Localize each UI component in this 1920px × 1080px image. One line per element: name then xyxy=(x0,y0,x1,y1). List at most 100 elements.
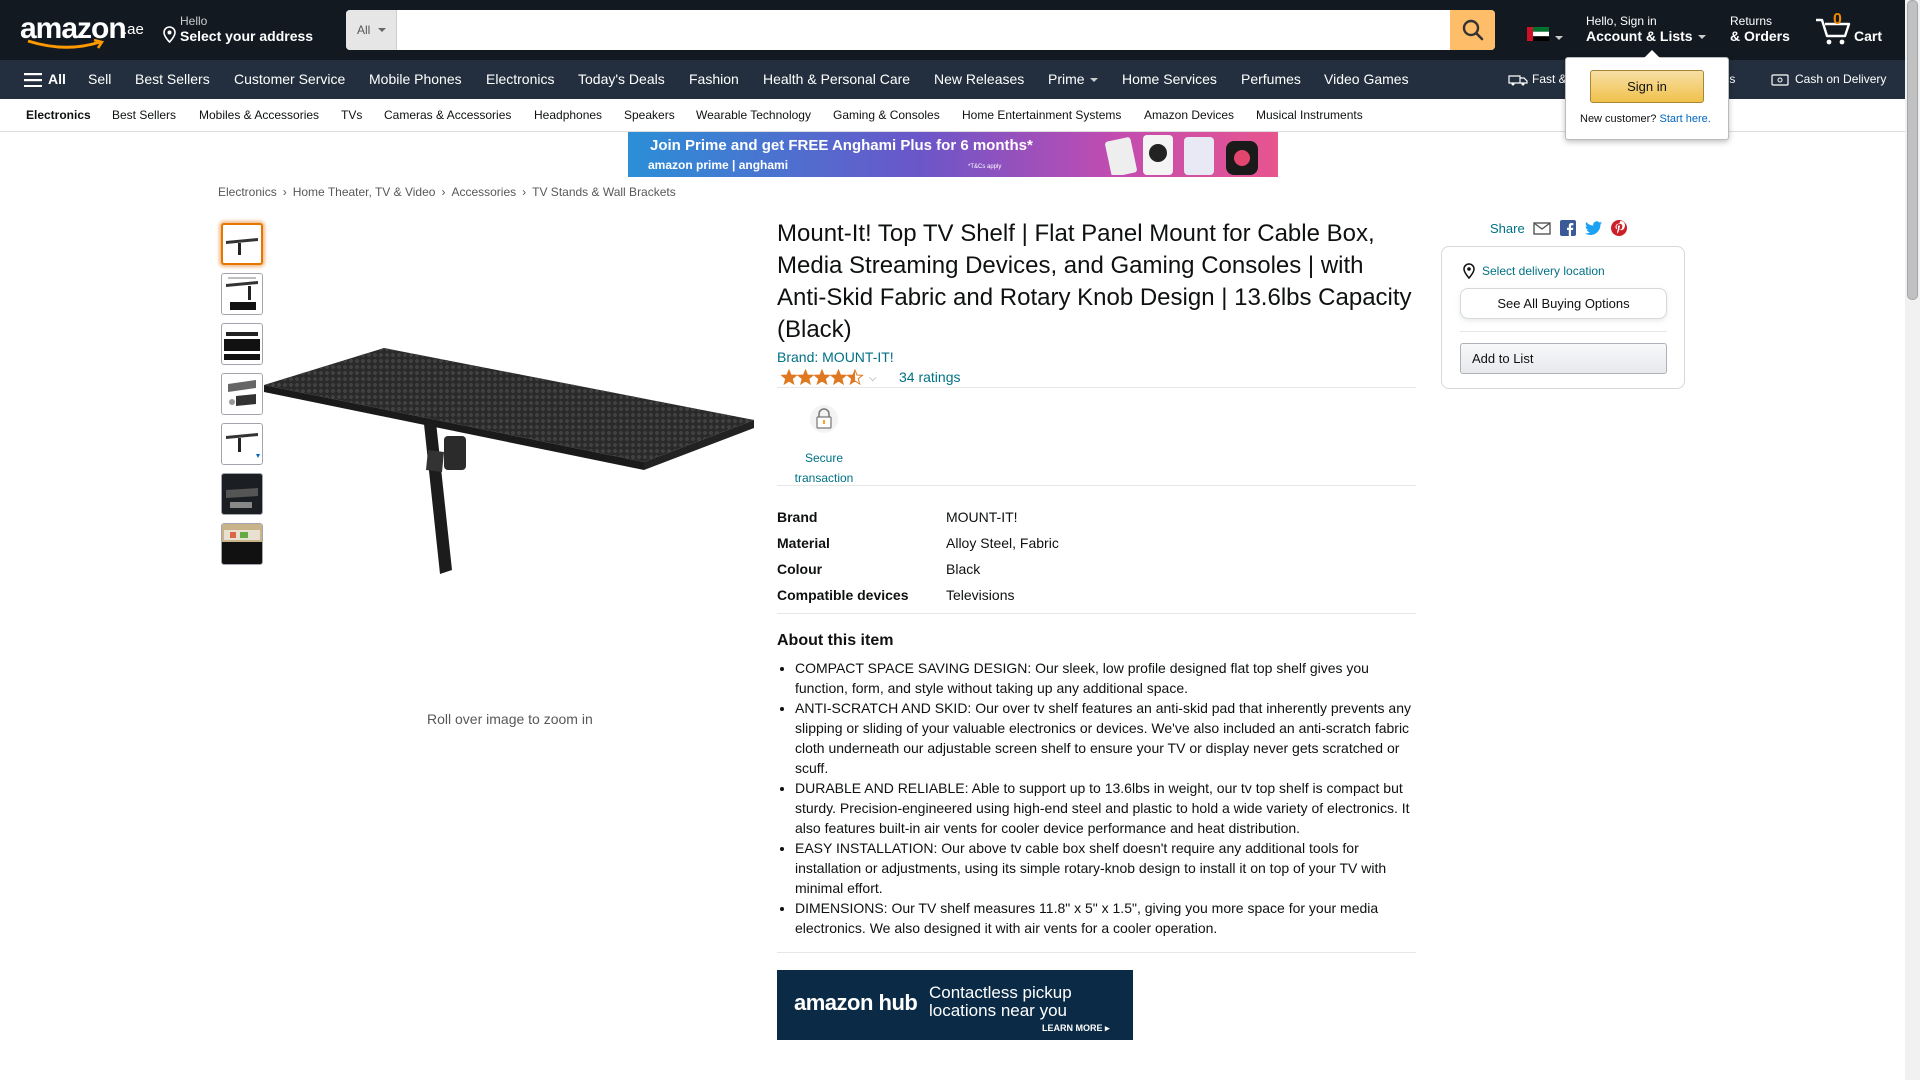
subnav-best-sellers[interactable]: Best Sellers xyxy=(112,108,176,122)
search-icon xyxy=(1462,19,1483,41)
prime-anghami-banner[interactable]: Join Prime and get FREE Anghami Plus for… xyxy=(628,132,1278,177)
pinterest-icon[interactable] xyxy=(1611,220,1627,236)
divider xyxy=(777,485,1416,486)
subnav-amazon-devices[interactable]: Amazon Devices xyxy=(1144,108,1234,122)
returns-orders[interactable]: Returns & Orders xyxy=(1730,14,1790,44)
breadcrumb-separator: › xyxy=(282,185,287,199)
thumbnail-4[interactable] xyxy=(221,373,263,415)
thumbnail-5[interactable] xyxy=(221,423,263,465)
start-here-link[interactable]: Start here. xyxy=(1659,113,1710,125)
nav-cash-on-delivery[interactable]: Cash on Delivery xyxy=(1771,72,1886,86)
subnav-gaming-consoles[interactable]: Gaming & Consoles xyxy=(833,108,940,122)
nav-home-services[interactable]: Home Services xyxy=(1122,71,1217,87)
nav-health-personal-care[interactable]: Health & Personal Care xyxy=(763,71,910,87)
nav-video-games[interactable]: Video Games xyxy=(1324,71,1409,87)
location-pin-icon xyxy=(1463,263,1475,279)
amazon-logo[interactable]: amazon .ae xyxy=(20,12,144,49)
search-category-select[interactable]: All xyxy=(346,10,397,50)
thumbnail-1[interactable] xyxy=(221,223,263,265)
see-all-buying-options-button[interactable]: See All Buying Options xyxy=(1460,288,1667,319)
subnav-tvs[interactable]: TVs xyxy=(341,108,362,122)
thumbnail-3[interactable] xyxy=(221,323,263,365)
star-rating-icon[interactable] xyxy=(781,368,865,386)
delivery-location-label: Select delivery location xyxy=(1482,264,1605,278)
star-icon xyxy=(846,368,864,386)
account-lists[interactable]: Hello, Sign in Account & Lists xyxy=(1586,14,1706,44)
cash-icon xyxy=(1771,74,1789,86)
lock-icon xyxy=(810,405,838,433)
spec-key: Colour xyxy=(777,561,823,577)
secure-transaction-label: Secure transaction xyxy=(794,451,854,485)
subnav-speakers[interactable]: Speakers xyxy=(624,108,675,122)
logo-tld: .ae xyxy=(123,21,144,38)
shelf-closeup-image xyxy=(222,474,262,514)
signin-button[interactable]: Sign in xyxy=(1590,70,1704,103)
breadcrumb-tv-stands[interactable]: TV Stands & Wall Brackets xyxy=(532,185,676,199)
nav-fast-delivery[interactable]: Fast & xyxy=(1508,72,1567,86)
subnav-electronics[interactable]: Electronics xyxy=(26,108,91,122)
subnav-home-entertainment[interactable]: Home Entertainment Systems xyxy=(962,108,1121,122)
secure-transaction[interactable]: Secure transaction xyxy=(782,404,866,488)
breadcrumb-separator: › xyxy=(522,185,527,199)
nav-perfumes[interactable]: Perfumes xyxy=(1241,71,1301,87)
about-bullet: DIMENSIONS: Our TV shelf measures 11.8" … xyxy=(795,898,1417,938)
zoom-hint: Roll over image to zoom in xyxy=(427,711,593,727)
new-customer-label: New customer? xyxy=(1580,113,1657,125)
spec-value: Alloy Steel, Fabric xyxy=(946,535,1059,551)
nav-todays-deals[interactable]: Today's Deals xyxy=(578,71,665,87)
search-button[interactable] xyxy=(1450,10,1495,50)
breadcrumb: Electronics › Home Theater, TV & Video › Acc… xyxy=(218,185,676,199)
divider xyxy=(777,952,1416,953)
product-title: Mount-It! Top TV Shelf | Flat Panel Moun… xyxy=(777,220,1412,343)
product-main-image[interactable] xyxy=(264,340,754,580)
amazon-hub-ad[interactable]: amazon hub Contactless pickup locations … xyxy=(777,970,1133,1040)
subnav-wearable-technology[interactable]: Wearable Technology xyxy=(696,108,811,122)
search-input[interactable] xyxy=(397,10,1450,50)
ratings-count-link[interactable]: 34 ratings xyxy=(899,369,960,385)
nav-customer-service[interactable]: Customer Service xyxy=(234,71,345,87)
email-icon[interactable] xyxy=(1533,220,1551,236)
nav-new-releases[interactable]: New Releases xyxy=(934,71,1024,87)
banner-terms: *T&Cs apply xyxy=(968,164,1002,170)
account-lists-label: Account & Lists xyxy=(1586,28,1693,44)
breadcrumb-home-theater[interactable]: Home Theater, TV & Video xyxy=(293,185,436,199)
nav-sell[interactable]: Sell xyxy=(88,71,111,87)
all-menu-button[interactable]: All xyxy=(24,71,66,88)
breadcrumb-separator: › xyxy=(441,185,446,199)
orders-label: & Orders xyxy=(1730,28,1790,44)
twitter-icon[interactable] xyxy=(1585,220,1603,236)
cart-label: Cart xyxy=(1854,28,1883,44)
nav-mobile-phones[interactable]: Mobile Phones xyxy=(369,71,462,87)
thumbnail-7[interactable] xyxy=(221,523,263,565)
subnav-mobiles-accessories[interactable]: Mobiles & Accessories xyxy=(199,108,319,122)
subnav-headphones[interactable]: Headphones xyxy=(534,108,602,122)
nav-best-sellers[interactable]: Best Sellers xyxy=(135,71,210,87)
nav-electronics[interactable]: Electronics xyxy=(486,71,554,87)
caret-down-icon xyxy=(1555,36,1563,40)
shelf-detail-image xyxy=(228,380,256,406)
page-scrollbar[interactable] xyxy=(1905,0,1920,1080)
language-selector[interactable] xyxy=(1527,27,1563,41)
banner-brands: amazon prime | anghami xyxy=(648,158,789,172)
breadcrumb-electronics[interactable]: Electronics xyxy=(218,185,277,199)
cart-button[interactable]: 0 Cart xyxy=(1814,10,1894,50)
divider xyxy=(1460,331,1667,332)
about-list: COMPACT SPACE SAVING DESIGN: Our sleek, … xyxy=(777,658,1417,938)
thumbnail-2[interactable] xyxy=(221,273,263,315)
facebook-icon[interactable] xyxy=(1560,220,1576,236)
hub-cta: LEARN MORE ▸ xyxy=(1042,1023,1110,1033)
breadcrumb-accessories[interactable]: Accessories xyxy=(451,185,516,199)
scrollbar-thumb[interactable] xyxy=(1907,0,1918,300)
add-to-list-button[interactable]: Add to List xyxy=(1460,343,1667,374)
chevron-down-icon[interactable]: ⌵ xyxy=(869,373,877,384)
cart-count: 0 xyxy=(1833,11,1842,28)
nav-fashion[interactable]: Fashion xyxy=(689,71,739,87)
brand-link[interactable]: Brand: MOUNT-IT! xyxy=(777,349,894,365)
nav-cod-label: Cash on Delivery xyxy=(1795,72,1887,86)
subnav-cameras-accessories[interactable]: Cameras & Accessories xyxy=(384,108,511,122)
thumbnail-6[interactable] xyxy=(221,473,263,515)
returns-label: Returns xyxy=(1730,14,1773,28)
subnav-musical-instruments[interactable]: Musical Instruments xyxy=(1256,108,1363,122)
truck-icon xyxy=(1508,75,1528,86)
nav-prime[interactable]: Prime xyxy=(1048,71,1098,87)
